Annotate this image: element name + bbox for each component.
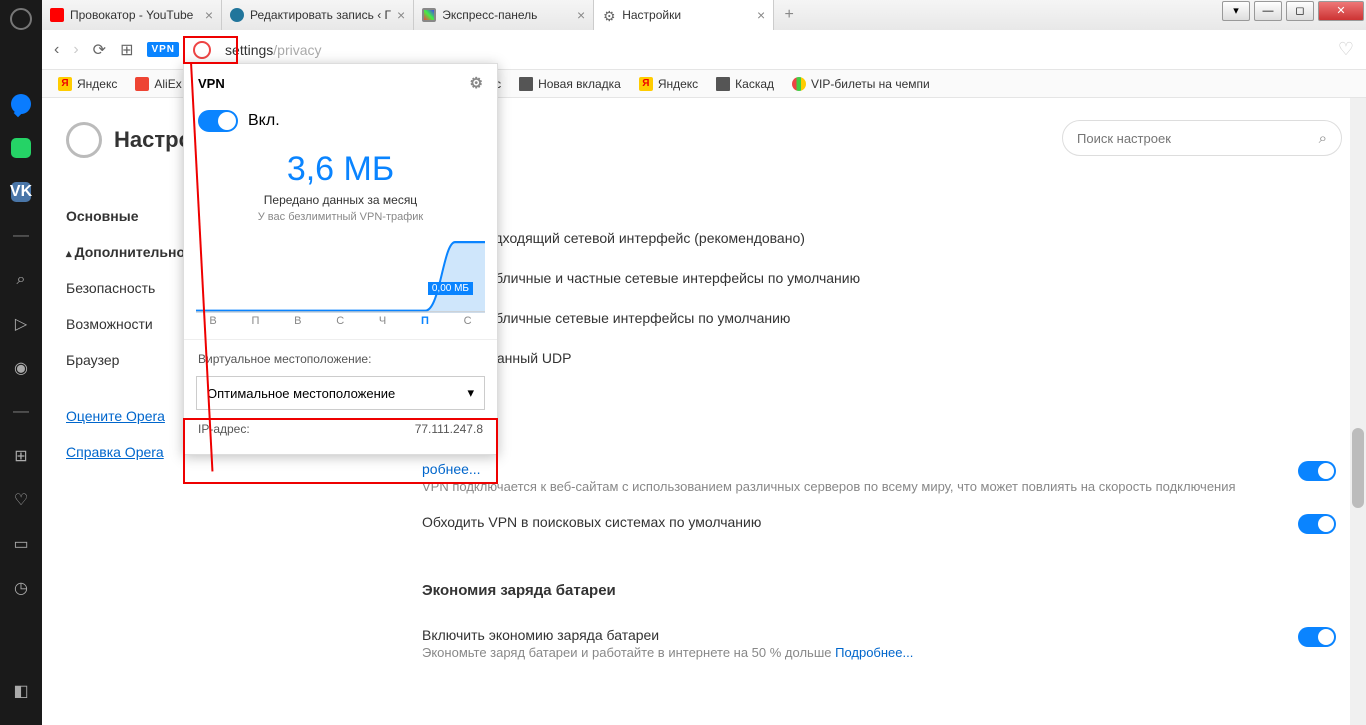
url-input[interactable]: settings/privacy	[225, 42, 1324, 58]
window-controls: ▾ — ◻ ✕	[1220, 0, 1366, 22]
play-icon[interactable]: ▷	[11, 314, 31, 334]
webrtc-option[interactable]: епроксированный UDP	[422, 338, 1336, 378]
forward-button[interactable]: ›	[73, 41, 78, 59]
tab-youtube[interactable]: Провокатор - YouTube ×	[42, 0, 222, 30]
search-icon: ⌕	[1319, 130, 1327, 147]
battery-more-link[interactable]: Подробнее...	[835, 645, 913, 660]
search-icon[interactable]: ⌕	[11, 270, 31, 290]
bookmark-yandex[interactable]: ЯЯндекс	[58, 77, 117, 91]
tab-close-icon[interactable]: ×	[397, 7, 405, 23]
reload-button[interactable]: ⟳	[93, 40, 106, 60]
window-menu-button[interactable]: ▾	[1222, 1, 1250, 21]
vpn-location-select[interactable]: Оптимальное местоположение ▾	[196, 376, 485, 410]
vpn-chart-zero-label: 0,00 МБ	[428, 282, 473, 295]
dash-icon: —	[11, 402, 31, 422]
opera-site-icon	[193, 41, 211, 59]
webrtc-option[interactable]: ь только публичные и частные сетевые инт…	[422, 258, 1336, 298]
tab-strip: Провокатор - YouTube × Редактировать зап…	[42, 0, 1366, 30]
vpn-popup-title: VPN	[198, 76, 225, 91]
battery-toggle[interactable]	[1298, 627, 1336, 647]
vpn-usage-chart: 0,00 МБ	[196, 233, 485, 313]
panel-toggle-icon[interactable]: ◧	[11, 681, 31, 701]
tab-close-icon[interactable]: ×	[205, 7, 213, 23]
yandex-icon: Я	[58, 77, 72, 91]
maximize-button[interactable]: ◻	[1286, 1, 1314, 21]
camera-icon[interactable]: ◉	[11, 358, 31, 378]
battery-description: Экономьте заряд батареи и работайте в ин…	[422, 645, 1298, 660]
tab-title: Экспресс-панель	[442, 8, 571, 22]
vpn-location-label: Виртуальное местоположение:	[184, 340, 497, 372]
multi-icon	[792, 77, 806, 91]
gear-icon[interactable]: ⚙	[470, 74, 483, 92]
tab-wordpress[interactable]: Редактировать запись ‹ Г ×	[222, 0, 414, 30]
doc-icon	[716, 77, 730, 91]
search-input[interactable]	[1077, 131, 1319, 146]
vpn-on-label: Вкл.	[248, 112, 280, 130]
tab-title: Настройки	[622, 8, 751, 22]
url-path: settings	[225, 42, 273, 58]
gear-favicon-icon: ⚙	[602, 8, 616, 22]
vpn-unlimited-caption: У вас безлимитный VPN-трафик	[184, 211, 497, 223]
webrtc-option[interactable]: ь только публичные сетевые интерфейсы по…	[422, 298, 1336, 338]
battery-heading: Экономия заряда батареи	[422, 582, 1336, 599]
close-window-button[interactable]: ✕	[1318, 1, 1364, 21]
tab-title: Редактировать запись ‹ Г	[250, 8, 391, 22]
scrollbar-thumb[interactable]	[1352, 428, 1364, 508]
opera-logo-icon	[66, 122, 102, 158]
vpn-badge[interactable]: VPN	[147, 42, 179, 57]
vertical-scrollbar[interactable]	[1350, 98, 1366, 725]
vk-icon[interactable]: VK	[11, 182, 31, 202]
vpn-chart-days: В П В С Ч П С	[184, 313, 497, 340]
whatsapp-icon[interactable]	[11, 138, 31, 158]
battery-enable-label: Включить экономию заряда батареи	[422, 627, 1298, 643]
aliexpress-icon	[135, 77, 149, 91]
bookmark-yandex2[interactable]: ЯЯндекс	[639, 77, 698, 91]
settings-search[interactable]: ⌕	[1062, 120, 1342, 156]
vpn-description: VPN подключается к веб-сайтам с использо…	[422, 479, 1298, 494]
vpn-popup-toggle[interactable]	[198, 110, 238, 132]
bookmark-kaskad[interactable]: Каскад	[716, 77, 774, 91]
youtube-favicon-icon	[50, 8, 64, 22]
vpn-section: VPN робнее... VPN подключается к веб-сай…	[422, 416, 1336, 544]
vpn-ip-value: 77.111.247.8	[415, 422, 483, 436]
url-path-suffix: /privacy	[273, 42, 321, 58]
bookmark-vip[interactable]: VIP-билеты на чемпи	[792, 77, 930, 91]
tab-close-icon[interactable]: ×	[577, 7, 585, 23]
tab-title: Провокатор - YouTube	[70, 8, 199, 22]
vpn-toggle[interactable]	[1298, 461, 1336, 481]
dash-icon: —	[11, 226, 31, 246]
tab-speeddial[interactable]: Экспресс-панель ×	[414, 0, 594, 30]
webrtc-option[interactable]: ь любой подходящий сетевой интерфейс (ре…	[422, 218, 1336, 258]
vpn-popup: VPN ⚙ Вкл. 3,6 МБ Передано данных за мес…	[183, 63, 498, 455]
bookmark-heart-icon[interactable]: ♡	[1338, 39, 1354, 60]
chevron-down-icon: ▾	[467, 385, 474, 401]
tab-close-icon[interactable]: ×	[757, 7, 765, 23]
messenger-icon[interactable]	[11, 94, 31, 114]
opera-sidebar: VK — ⌕ ▷ ◉ — ⊞ ♡ ▭ ◷ ◧	[0, 0, 42, 725]
minimize-button[interactable]: —	[1254, 1, 1282, 21]
speeddial-button[interactable]: ⊞	[120, 40, 133, 60]
vpn-more-link[interactable]: робнее...	[422, 461, 481, 477]
speeddial-favicon-icon	[422, 8, 436, 22]
heart-icon[interactable]: ♡	[11, 490, 31, 510]
apps-icon[interactable]: ⊞	[11, 446, 31, 466]
history-icon[interactable]: ◷	[11, 578, 31, 598]
vpn-data-amount: 3,6 МБ	[184, 150, 497, 189]
vpn-data-caption: Передано данных за месяц	[184, 193, 497, 207]
vpn-ip-row: IP-адрес: 77.111.247.8	[196, 414, 485, 444]
back-button[interactable]: ‹	[54, 41, 59, 59]
bookmark-newtab[interactable]: Новая вкладка	[519, 77, 621, 91]
news-icon[interactable]: ▭	[11, 534, 31, 554]
wordpress-favicon-icon	[230, 8, 244, 22]
battery-section: Экономия заряда батареи Включить экономи…	[422, 582, 1336, 670]
tab-settings[interactable]: ⚙ Настройки ×	[594, 0, 774, 30]
opera-logo-icon[interactable]	[10, 8, 32, 30]
vpn-bypass-toggle[interactable]	[1298, 514, 1336, 534]
vpn-bypass-label: Обходить VPN в поисковых системах по умо…	[422, 514, 1298, 530]
new-tab-button[interactable]: +	[774, 0, 804, 30]
vpn-ip-label: IP-адрес:	[198, 422, 250, 436]
doc-icon	[519, 77, 533, 91]
yandex-icon: Я	[639, 77, 653, 91]
bookmark-aliexpress[interactable]: AliEx	[135, 77, 181, 91]
